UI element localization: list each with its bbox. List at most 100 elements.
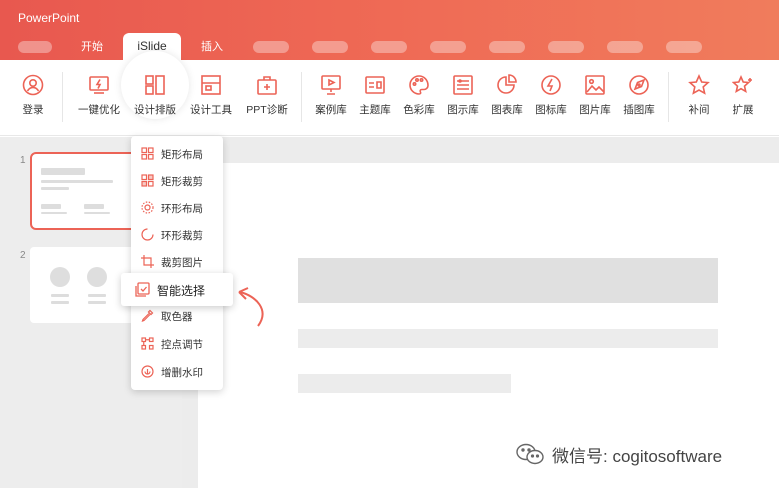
illustration-library-label: 插图库: [623, 104, 655, 116]
title-bar: PowerPoint 开始 iSlide 插入: [0, 0, 779, 60]
ppt-diagnosis-button[interactable]: PPT诊断: [240, 70, 294, 126]
one-click-optimize-button[interactable]: 一键优化: [72, 70, 126, 126]
thumb-placeholder: [87, 267, 107, 287]
one-click-optimize-label: 一键优化: [78, 104, 120, 116]
grid-icon: [141, 147, 154, 160]
medical-kit-icon: [257, 76, 277, 95]
design-layout-menu: 矩形布局 矩形裁剪 环形布局 环形裁剪 裁剪图片 取色器 控点调节 增删水印: [131, 136, 223, 390]
tab-placeholder[interactable]: [312, 41, 348, 53]
ribbon-divider: [301, 72, 302, 122]
presentation-icon: [321, 75, 341, 95]
thumb-placeholder: [41, 204, 61, 209]
tab-placeholder[interactable]: [548, 41, 584, 53]
menu-item-label: 裁剪图片: [161, 257, 203, 269]
wechat-watermark: 微信号: cogitosoftware: [516, 442, 722, 466]
menu-item-rect-layout[interactable]: 矩形布局: [131, 140, 223, 168]
eyedropper-icon: [141, 309, 154, 322]
illustration-library-button[interactable]: 插图库: [612, 70, 666, 126]
smart-select-icon: [135, 282, 150, 297]
user-icon: [22, 74, 44, 96]
menu-item-label: 环形裁剪: [161, 230, 203, 242]
star-icon: [688, 74, 710, 95]
tab-placeholder[interactable]: [489, 41, 525, 53]
menu-item-label: 矩形布局: [161, 149, 203, 161]
extensions-label: 扩展: [732, 104, 754, 116]
crop-icon: [141, 255, 154, 268]
tab-home[interactable]: 开始: [72, 37, 112, 57]
bolt-icon: [541, 75, 561, 95]
menu-item-label: 环形布局: [161, 203, 203, 215]
menu-item-watermark[interactable]: 增删水印: [131, 358, 223, 386]
menu-item-rect-crop[interactable]: 矩形裁剪: [131, 167, 223, 195]
tab-insert[interactable]: 插入: [192, 37, 232, 57]
title-placeholder[interactable]: [298, 258, 718, 303]
slide-thumbnail-1[interactable]: [30, 152, 142, 230]
slide-canvas[interactable]: [198, 163, 779, 488]
menu-item-ring-crop[interactable]: 环形裁剪: [131, 221, 223, 249]
slide-number: 1: [20, 155, 26, 166]
app-title: PowerPoint: [18, 11, 80, 25]
theme-icon: [365, 76, 385, 94]
menu-item-label: 取色器: [161, 311, 193, 323]
ribbon: 登录 一键优化 设计排版 设计工具 PPT诊断 案例库 主题库 色彩库 图示库 …: [0, 51, 779, 136]
tab-placeholder[interactable]: [371, 41, 407, 53]
menu-item-label: 增删水印: [161, 367, 203, 379]
menu-item-label: 矩形裁剪: [161, 176, 203, 188]
ppt-diagnosis-label: PPT诊断: [246, 104, 288, 116]
thumb-placeholder: [50, 267, 70, 287]
thumb-placeholder: [51, 294, 69, 297]
diagram-icon: [453, 75, 473, 95]
thumb-placeholder: [41, 212, 67, 214]
login-button[interactable]: 登录: [6, 70, 60, 126]
ring-crop-icon: [141, 228, 154, 241]
layout-icon: [145, 75, 165, 95]
tab-placeholder[interactable]: [607, 41, 643, 53]
menu-item-smart-select[interactable]: 智能选择: [121, 273, 233, 306]
login-label: 登录: [22, 104, 44, 116]
pie-chart-icon: [497, 74, 517, 94]
palette-icon: [409, 75, 429, 95]
menu-item-label: 智能选择: [157, 284, 206, 298]
design-layout-label: 设计排版: [134, 104, 176, 116]
thumb-placeholder: [88, 294, 106, 297]
image-icon: [585, 75, 605, 95]
menu-item-label: 控点调节: [161, 339, 203, 351]
thumb-placeholder: [84, 204, 104, 209]
thumb-placeholder: [41, 168, 85, 175]
pointer-arrow-icon: [238, 287, 264, 327]
thumb-placeholder: [41, 180, 113, 183]
tab-placeholder[interactable]: [253, 41, 289, 53]
tab-placeholder[interactable]: [666, 41, 702, 53]
tab-placeholder[interactable]: [18, 41, 52, 53]
canvas-ruler: [182, 137, 779, 163]
lightning-monitor-icon: [89, 76, 109, 94]
tab-bar: 开始 iSlide 插入: [0, 33, 779, 60]
extensions-button[interactable]: 扩展: [716, 70, 770, 126]
watermark-text: 微信号: cogitosoftware: [552, 446, 723, 466]
text-placeholder[interactable]: [298, 374, 511, 393]
design-tools-button[interactable]: 设计工具: [184, 70, 238, 126]
wechat-icon: [516, 443, 544, 465]
ribbon-divider: [62, 72, 63, 122]
menu-item-control-points[interactable]: 控点调节: [131, 330, 223, 358]
design-layout-button[interactable]: 设计排版: [128, 70, 182, 126]
text-placeholder[interactable]: [298, 329, 718, 348]
thumb-placeholder: [84, 212, 110, 214]
design-tool-icon: [201, 75, 221, 95]
menu-item-ring-layout[interactable]: 环形布局: [131, 194, 223, 222]
tab-placeholder[interactable]: [430, 41, 466, 53]
menu-item-eyedropper[interactable]: 取色器: [131, 302, 223, 330]
watermark-icon: [141, 365, 154, 378]
thumb-placeholder: [51, 301, 69, 304]
thumb-placeholder: [88, 301, 106, 304]
control-points-icon: [141, 337, 154, 350]
ring-layout-icon: [141, 201, 154, 214]
slide-number: 2: [20, 250, 26, 261]
menu-item-crop-image[interactable]: 裁剪图片: [131, 248, 223, 276]
compass-icon: [629, 75, 649, 95]
design-tools-label: 设计工具: [190, 104, 232, 116]
grid-crop-icon: [141, 174, 154, 187]
star-sparkle-icon: [732, 75, 752, 94]
ribbon-divider: [668, 72, 669, 122]
thumb-placeholder: [41, 187, 69, 190]
